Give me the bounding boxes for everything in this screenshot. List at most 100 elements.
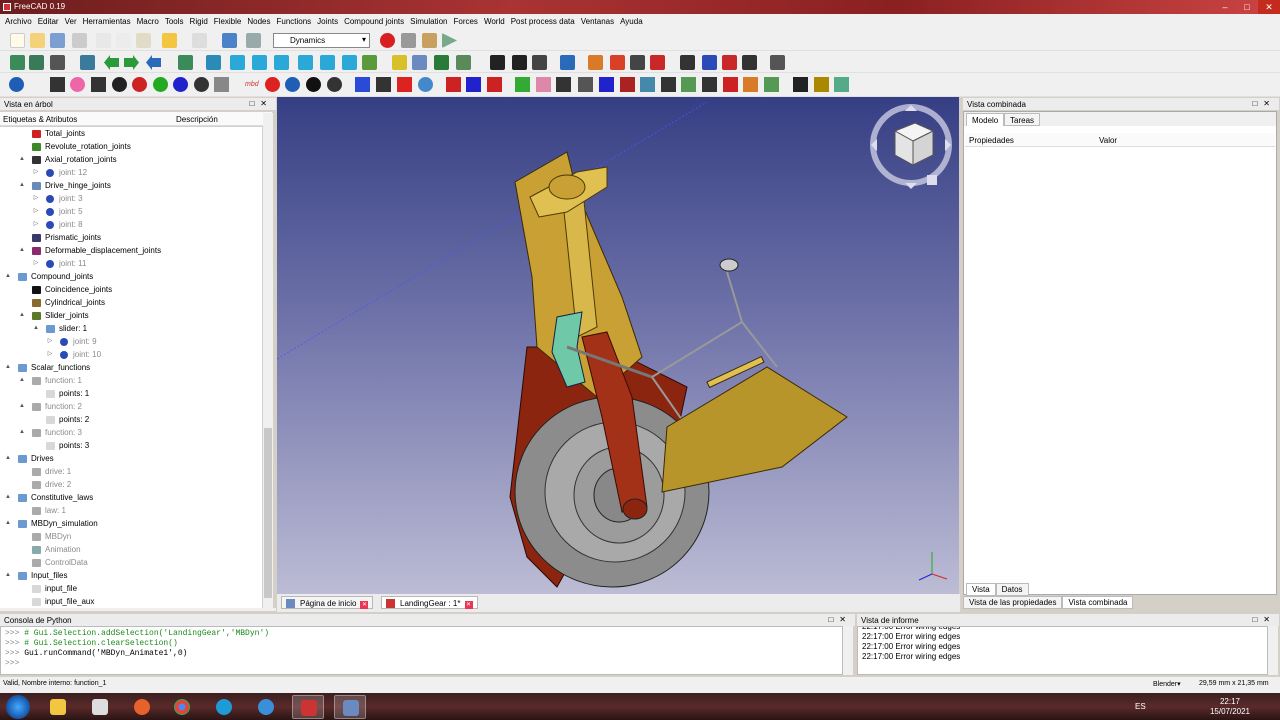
taskbar-freecad[interactable] xyxy=(292,695,324,719)
front-view-icon[interactable] xyxy=(230,55,245,70)
redo-icon[interactable] xyxy=(192,33,207,48)
left-view-icon[interactable] xyxy=(342,55,357,70)
fx-icon[interactable] xyxy=(680,55,695,70)
node-icon[interactable] xyxy=(112,77,127,92)
pencil2-icon[interactable] xyxy=(834,77,849,92)
menu-archivo[interactable]: Archivo xyxy=(2,14,35,29)
console-scrollbar[interactable] xyxy=(843,626,853,675)
axo-view-icon[interactable] xyxy=(206,55,221,70)
group-icon[interactable] xyxy=(412,55,427,70)
refresh-icon[interactable] xyxy=(222,33,237,48)
doc-tab[interactable]: LandingGear : 1* ✕ xyxy=(381,596,478,609)
tree-row[interactable]: points: 1 xyxy=(0,387,262,400)
tab-vista[interactable]: Vista xyxy=(966,583,996,596)
tree-row[interactable]: ▲ function: 3 xyxy=(0,426,262,439)
tree-row[interactable]: ▲ function: 2 xyxy=(0,400,262,413)
menu-post-process-data[interactable]: Post process data xyxy=(508,14,578,29)
expand-arrow-icon[interactable]: ▷ xyxy=(32,192,40,205)
nav-style-selector[interactable]: Blender▾ xyxy=(1153,680,1181,688)
node-blue-icon[interactable] xyxy=(173,77,188,92)
close-tab-icon[interactable]: ✕ xyxy=(464,601,473,609)
collapse-arrow-icon[interactable]: ▲ xyxy=(32,322,40,335)
expand-arrow-icon[interactable]: ▷ xyxy=(32,205,40,218)
collapse-arrow-icon[interactable]: ▲ xyxy=(4,452,12,465)
menu-tools[interactable]: Tools xyxy=(162,14,187,29)
open-file-icon[interactable] xyxy=(30,33,45,48)
tree-row[interactable]: ▲ Slider_joints xyxy=(0,309,262,322)
tree-row[interactable]: drive: 2 xyxy=(0,478,262,491)
arrow-tool-icon[interactable] xyxy=(764,77,779,92)
tree-row[interactable]: law: 1 xyxy=(0,504,262,517)
python-console[interactable]: >>> # Gui.Selection.addSelection('Landin… xyxy=(0,626,843,675)
taskbar-media[interactable] xyxy=(84,695,116,719)
taskbar-firefox[interactable] xyxy=(126,695,158,719)
whats-this-icon[interactable] xyxy=(246,33,261,48)
fx3-icon[interactable] xyxy=(722,55,737,70)
expand-arrow-icon[interactable]: ▷ xyxy=(32,218,40,231)
new-file-icon[interactable] xyxy=(10,33,25,48)
tree-row[interactable]: ▲ Input_files xyxy=(0,569,262,582)
menu-ver[interactable]: Ver xyxy=(62,14,80,29)
tree-row[interactable]: ▲ Constitutive_laws xyxy=(0,491,262,504)
report-view-buttons[interactable]: □✕ xyxy=(1252,615,1276,624)
language-indicator[interactable]: ES xyxy=(1135,702,1146,711)
collapse-arrow-icon[interactable]: ▲ xyxy=(18,309,26,322)
expand-arrow-icon[interactable]: ▷ xyxy=(32,257,40,270)
bounding-box-icon[interactable] xyxy=(80,55,95,70)
rod-icon[interactable] xyxy=(661,77,676,92)
menu-flexible[interactable]: Flexible xyxy=(211,14,245,29)
draw-style-icon[interactable] xyxy=(50,55,65,70)
tab-modelo[interactable]: Modelo xyxy=(966,113,1005,126)
bottom-view-icon[interactable] xyxy=(320,55,335,70)
workbench-selector[interactable]: Dynamics ▾ xyxy=(273,33,370,48)
part-icon[interactable] xyxy=(392,55,407,70)
line-icon[interactable] xyxy=(532,55,547,70)
edit-icon[interactable] xyxy=(770,55,785,70)
tree-row[interactable]: Prismatic_joints xyxy=(0,231,262,244)
maximize-button[interactable]: □ xyxy=(1236,0,1258,14)
red-bolt-icon[interactable] xyxy=(397,77,412,92)
collapse-arrow-icon[interactable]: ▲ xyxy=(18,244,26,257)
eye-icon[interactable] xyxy=(194,77,209,92)
zoom-icon[interactable] xyxy=(29,55,44,70)
collapse-arrow-icon[interactable]: ▲ xyxy=(18,400,26,413)
tree-row[interactable]: ▲ Drive_hinge_joints xyxy=(0,179,262,192)
taskbar-chrome[interactable] xyxy=(166,695,198,719)
taskbar-explorer[interactable] xyxy=(42,695,74,719)
color-wheel-icon[interactable] xyxy=(70,77,85,92)
menu-compound-joints[interactable]: Compound joints xyxy=(341,14,407,29)
x-func-icon[interactable] xyxy=(742,55,757,70)
animate-icon[interactable] xyxy=(285,77,300,92)
start-button[interactable] xyxy=(6,695,30,719)
menu-simulation[interactable]: Simulation xyxy=(407,14,450,29)
collapse-arrow-icon[interactable]: ▲ xyxy=(18,179,26,192)
menu-rigid[interactable]: Rigid xyxy=(187,14,211,29)
collapse-arrow-icon[interactable]: ▲ xyxy=(4,491,12,504)
menu-ayuda[interactable]: Ayuda xyxy=(617,14,646,29)
collapse-arrow-icon[interactable]: ▲ xyxy=(18,153,26,166)
collapse-arrow-icon[interactable]: ▲ xyxy=(4,569,12,582)
link-actions-icon[interactable] xyxy=(456,55,471,70)
node-green-icon[interactable] xyxy=(153,77,168,92)
axes2-icon[interactable] xyxy=(466,77,481,92)
doc-tab[interactable]: Página de inicio ✕ xyxy=(281,596,374,609)
menu-forces[interactable]: Forces xyxy=(450,14,480,29)
taskbar-app[interactable] xyxy=(334,695,366,719)
tree-row[interactable]: ▲ Drives xyxy=(0,452,262,465)
tab-tareas[interactable]: Tareas xyxy=(1004,113,1041,126)
expand-arrow-icon[interactable]: ▷ xyxy=(46,335,54,348)
minimize-button[interactable]: – xyxy=(1214,0,1236,14)
tree-row[interactable]: ▷ joint: 11 xyxy=(0,257,262,270)
collapse-arrow-icon[interactable]: ▲ xyxy=(18,426,26,439)
save-icon[interactable] xyxy=(50,33,65,48)
menu-world[interactable]: World xyxy=(481,14,508,29)
tree-row[interactable]: Revolute_rotation_joints xyxy=(0,140,262,153)
taskbar-edge[interactable] xyxy=(208,695,240,719)
measure-icon[interactable] xyxy=(362,55,377,70)
tree-row[interactable]: Total_joints xyxy=(0,127,262,140)
zoom-select-icon[interactable] xyxy=(178,55,193,70)
collapse-arrow-icon[interactable]: ▲ xyxy=(4,517,12,530)
menu-joints[interactable]: Joints xyxy=(314,14,341,29)
fit-all-icon[interactable] xyxy=(10,55,25,70)
rear-view-icon[interactable] xyxy=(298,55,313,70)
